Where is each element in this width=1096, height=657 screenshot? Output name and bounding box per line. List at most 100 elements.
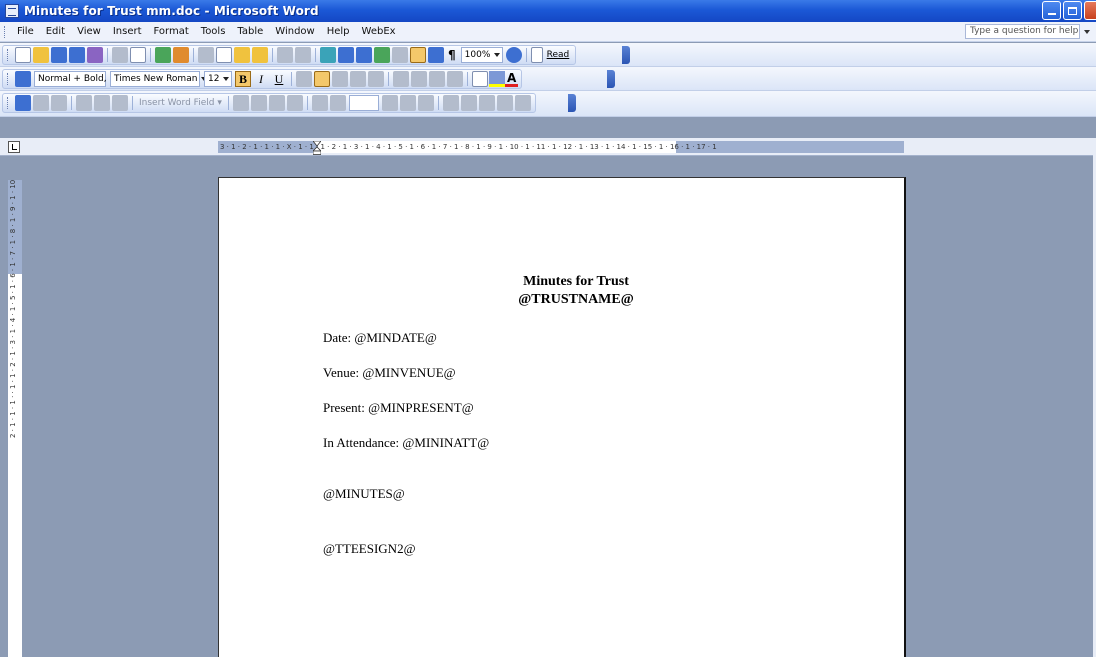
close-button[interactable] xyxy=(1084,1,1096,20)
print-preview-icon[interactable] xyxy=(130,47,146,63)
document-map-icon[interactable] xyxy=(428,47,444,63)
new-document-icon[interactable] xyxy=(15,47,31,63)
insert-address-block-icon[interactable] xyxy=(76,95,92,111)
merge-to-printer-icon[interactable] xyxy=(478,95,495,111)
indent-marker-icon[interactable] xyxy=(313,141,321,155)
insert-merge-fields-icon[interactable] xyxy=(112,95,128,111)
font-size-select[interactable]: 12 xyxy=(204,71,232,87)
columns-icon[interactable] xyxy=(392,47,408,63)
drawing-icon[interactable] xyxy=(410,47,426,63)
open-folder-icon[interactable] xyxy=(33,47,49,63)
help-search-input[interactable]: Type a question for help xyxy=(965,24,1080,39)
tab-selector-button[interactable] xyxy=(8,141,20,153)
spelling-icon[interactable] xyxy=(155,47,171,63)
find-entry-icon[interactable] xyxy=(417,95,434,111)
merge-to-fax-icon[interactable] xyxy=(514,95,531,111)
merge-to-email-icon[interactable] xyxy=(496,95,513,111)
menu-help[interactable]: Help xyxy=(321,26,356,37)
previous-record-icon[interactable] xyxy=(329,95,346,111)
match-fields-icon[interactable] xyxy=(268,95,285,111)
help-icon[interactable] xyxy=(505,47,522,63)
menu-file[interactable]: File xyxy=(11,26,40,37)
merge-to-document-icon[interactable] xyxy=(460,95,477,111)
zoom-select[interactable]: 100% xyxy=(460,47,503,63)
main-document-setup-icon[interactable] xyxy=(15,95,31,111)
permission-icon[interactable] xyxy=(69,47,85,63)
show-hide-icon[interactable]: ¶ xyxy=(445,48,459,62)
propagate-labels-icon[interactable] xyxy=(286,95,303,111)
menu-webex[interactable]: WebEx xyxy=(356,26,402,37)
highlight-icon[interactable] xyxy=(489,71,505,87)
styles-formatting-icon[interactable] xyxy=(15,71,31,87)
format-painter-icon[interactable] xyxy=(252,47,268,63)
align-center-icon[interactable] xyxy=(314,71,330,87)
cut-icon[interactable] xyxy=(198,47,214,63)
toolbar-options-button[interactable] xyxy=(607,70,615,88)
toolbar-grip[interactable] xyxy=(7,49,10,61)
first-record-icon[interactable] xyxy=(311,95,328,111)
view-merged-data-icon[interactable] xyxy=(232,95,249,111)
recipients-icon[interactable] xyxy=(51,95,67,111)
menu-edit[interactable]: Edit xyxy=(40,26,71,37)
highlight-merge-fields-icon[interactable] xyxy=(250,95,267,111)
copy-icon[interactable] xyxy=(216,47,232,63)
font-color-icon[interactable]: A xyxy=(505,72,519,87)
increase-indent-icon[interactable] xyxy=(447,71,463,87)
redo-icon[interactable] xyxy=(295,47,311,63)
research-icon[interactable] xyxy=(173,47,189,63)
vertical-ruler-ticks: 2 · 1 · 1 · 1 · · 1 · 1 · 2 · 1 · 3 · 1 … xyxy=(9,180,17,439)
justify-icon[interactable] xyxy=(350,71,366,87)
document-page[interactable]: Minutes for Trust @TRUSTNAME@ Date: @MIN… xyxy=(218,177,906,657)
line-spacing-icon[interactable] xyxy=(368,71,384,87)
separator xyxy=(107,48,108,62)
menu-format[interactable]: Format xyxy=(148,26,195,37)
restore-button[interactable] xyxy=(1063,1,1082,20)
hyperlink-icon[interactable] xyxy=(320,47,336,63)
read-button[interactable]: Read xyxy=(544,50,573,60)
menu-grip[interactable] xyxy=(4,25,7,38)
separator xyxy=(291,72,292,86)
save-icon[interactable] xyxy=(51,47,67,63)
border-icon[interactable] xyxy=(472,71,488,87)
window-title: Minutes for Trust mm.doc - Microsoft Wor… xyxy=(24,4,319,18)
insert-table-icon[interactable] xyxy=(356,47,372,63)
email-icon[interactable] xyxy=(87,47,103,63)
menu-window[interactable]: Window xyxy=(269,26,320,37)
toolbar-options-button[interactable] xyxy=(622,46,630,64)
date-line: Date: @MINDATE@ xyxy=(323,330,437,345)
menu-table[interactable]: Table xyxy=(231,26,269,37)
help-dropdown-icon[interactable] xyxy=(1084,30,1090,34)
undo-icon[interactable] xyxy=(277,47,293,63)
style-select[interactable]: Normal + Bold, xyxy=(34,71,117,87)
menu-view[interactable]: View xyxy=(71,26,107,37)
check-errors-icon[interactable] xyxy=(442,95,459,111)
align-right-icon[interactable] xyxy=(332,71,348,87)
tables-borders-icon[interactable] xyxy=(338,47,354,63)
decrease-indent-icon[interactable] xyxy=(429,71,445,87)
record-number-input[interactable] xyxy=(348,95,379,111)
minimize-button[interactable] xyxy=(1042,1,1061,20)
read-icon[interactable] xyxy=(530,47,543,63)
last-record-icon[interactable] xyxy=(399,95,416,111)
toolbar-grip[interactable] xyxy=(7,73,10,85)
bullets-icon[interactable] xyxy=(411,71,427,87)
underline-button[interactable]: U xyxy=(271,71,287,87)
print-icon[interactable] xyxy=(112,47,128,63)
paste-icon[interactable] xyxy=(234,47,250,63)
insert-word-field-button[interactable]: Insert Word Field ▾ xyxy=(136,98,225,108)
bold-button[interactable]: B xyxy=(235,71,251,87)
toolbar-options-button[interactable] xyxy=(568,94,576,112)
open-data-source-icon[interactable] xyxy=(33,95,49,111)
italic-button[interactable]: I xyxy=(253,71,269,87)
insert-greeting-line-icon[interactable] xyxy=(94,95,110,111)
menu-insert[interactable]: Insert xyxy=(107,26,148,37)
align-left-icon[interactable] xyxy=(296,71,312,87)
next-record-icon[interactable] xyxy=(381,95,398,111)
restore-icon xyxy=(1068,6,1077,15)
vertical-ruler[interactable]: 2 · 1 · 1 · 1 · · 1 · 1 · 2 · 1 · 3 · 1 … xyxy=(8,180,22,657)
toolbar-grip[interactable] xyxy=(7,97,10,109)
font-select[interactable]: Times New Roman xyxy=(110,71,208,87)
numbering-icon[interactable] xyxy=(393,71,409,87)
insert-excel-icon[interactable] xyxy=(374,47,390,63)
menu-tools[interactable]: Tools xyxy=(195,26,232,37)
